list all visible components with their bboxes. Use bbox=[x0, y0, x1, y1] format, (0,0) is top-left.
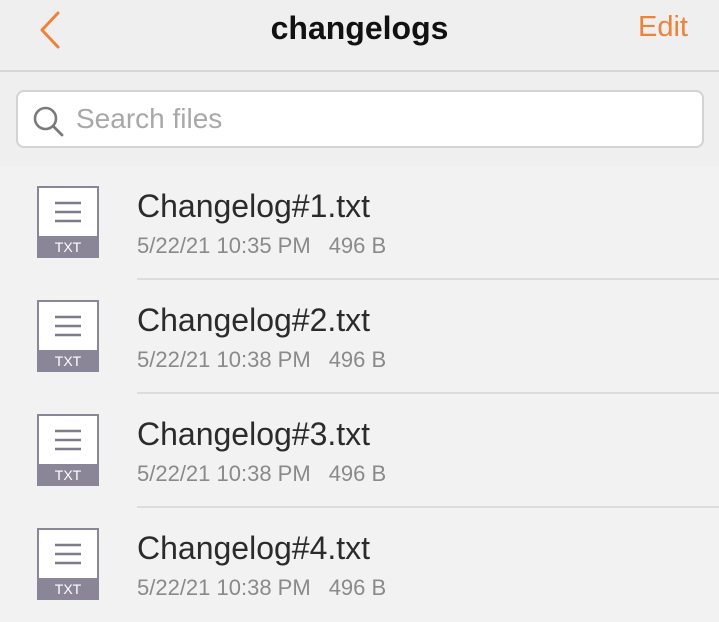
file-date: 5/22/21 10:38 PM bbox=[137, 575, 311, 600]
page-title: changelogs bbox=[270, 10, 449, 46]
file-size: 496 B bbox=[328, 461, 387, 486]
file-list: TXT Changelog#1.txt 5/22/21 10:35 PM 496 … bbox=[0, 166, 719, 622]
navigation-bar: changelogs Edit bbox=[0, 0, 719, 72]
back-button[interactable] bbox=[30, 8, 70, 52]
file-size: 496 B bbox=[328, 575, 387, 600]
file-name: Changelog#2.txt bbox=[137, 302, 371, 338]
text-file-icon: TXT bbox=[37, 414, 99, 486]
file-name: Changelog#1.txt bbox=[137, 188, 371, 224]
file-name: Changelog#4.txt bbox=[137, 530, 371, 566]
file-type-label: TXT bbox=[55, 239, 82, 255]
file-meta: 5/22/21 10:35 PM 496 B bbox=[137, 233, 386, 259]
text-file-icon: TXT bbox=[37, 528, 99, 600]
file-meta: 5/22/21 10:38 PM 496 B bbox=[137, 347, 386, 373]
file-list-item[interactable]: TXT Changelog#3.txt 5/22/21 10:38 PM 496 … bbox=[0, 394, 719, 508]
file-meta: 5/22/21 10:38 PM 496 B bbox=[137, 461, 386, 487]
search-bar bbox=[0, 72, 719, 166]
text-file-icon: TXT bbox=[37, 186, 99, 258]
file-list-item[interactable]: TXT Changelog#2.txt 5/22/21 10:38 PM 496 … bbox=[0, 280, 719, 394]
text-file-icon: TXT bbox=[37, 300, 99, 372]
file-list-item[interactable]: TXT Changelog#4.txt 5/22/21 10:38 PM 496 … bbox=[0, 508, 719, 622]
file-size: 496 B bbox=[328, 347, 387, 372]
file-meta: 5/22/21 10:38 PM 496 B bbox=[137, 575, 386, 601]
file-date: 5/22/21 10:35 PM bbox=[137, 233, 311, 258]
file-date: 5/22/21 10:38 PM bbox=[137, 461, 311, 486]
search-icon bbox=[33, 106, 64, 137]
chevron-left-icon bbox=[40, 11, 60, 49]
file-type-label: TXT bbox=[55, 353, 82, 369]
search-box[interactable] bbox=[16, 90, 704, 148]
file-type-label: TXT bbox=[55, 581, 82, 597]
search-input[interactable] bbox=[76, 100, 688, 138]
edit-button[interactable]: Edit bbox=[638, 11, 688, 44]
file-date: 5/22/21 10:38 PM bbox=[137, 347, 311, 372]
file-size: 496 B bbox=[328, 233, 387, 258]
file-type-label: TXT bbox=[55, 467, 82, 483]
file-name: Changelog#3.txt bbox=[137, 416, 371, 452]
file-list-item[interactable]: TXT Changelog#1.txt 5/22/21 10:35 PM 496 … bbox=[0, 166, 719, 280]
